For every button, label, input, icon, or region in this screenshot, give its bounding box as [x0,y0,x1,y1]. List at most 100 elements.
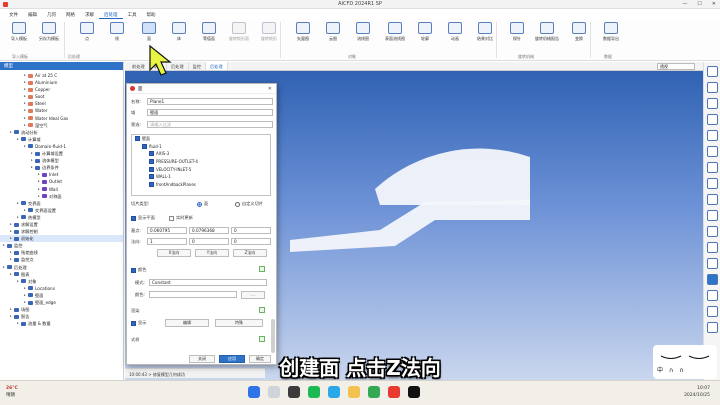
tree-node[interactable]: ▸ 报告 [0,313,123,320]
view-tool-icon[interactable] [706,114,718,125]
start-icon[interactable] [248,386,260,398]
view-tool-icon[interactable] [706,146,718,157]
tree-node[interactable]: ▸ 交界面 [0,200,123,207]
view-tool-icon[interactable] [706,98,718,109]
tree-node[interactable]: ▸ Copper [0,86,123,93]
ribbon-button-11[interactable]: 流线图 [348,22,378,52]
tree-node[interactable]: ▸ 对象 [0,278,123,285]
tree-node[interactable]: ▸ 残差曲线 [0,249,123,256]
dialog-close-icon[interactable]: ✕ [268,86,272,92]
edge-icon[interactable] [328,386,340,398]
view-tool-icon[interactable] [706,178,718,189]
menu-tools[interactable]: 工具 [123,10,142,19]
tree-node[interactable]: ▸ 监控 [0,242,123,249]
menu-mesh[interactable]: 网格 [61,10,80,19]
special-button[interactable]: 特殊 [215,319,263,327]
menu-solve[interactable]: 求解 [80,10,99,19]
normal-z-input[interactable]: 0 [231,238,271,245]
x-normal-button[interactable]: X法向 [157,249,191,257]
show-plane-checkbox[interactable]: 显示平面 [131,215,155,221]
edit-button[interactable]: 编辑 [165,319,209,327]
ribbon-button-6[interactable]: 等值面 [194,22,224,52]
tree-node[interactable]: ▸ Locations [0,285,123,292]
ribbon-button-16[interactable]: 探针 [502,22,532,52]
tree-node[interactable]: ▸ 边界条件 [0,164,123,171]
ribbon-button-7[interactable]: 旋转矩形面 [224,22,254,52]
tree-node[interactable]: ▸ Inlet [0,171,123,178]
view-tool-icon[interactable] [706,82,718,93]
color-picker-button[interactable]: … [241,291,265,299]
task-view-icon[interactable] [288,386,300,398]
tree-node[interactable]: ▸ 壁面_edge [0,299,123,306]
location-list-item[interactable]: VELOCITY-INLET-5 [132,165,270,173]
view-tool-icon[interactable] [706,274,718,285]
normal-y-input[interactable]: 0 [189,238,229,245]
domain-select[interactable]: 壁面 [147,109,273,116]
y-normal-button[interactable]: Y法向 [195,249,229,257]
tiktok-icon[interactable] [408,386,420,398]
location-list-item[interactable]: fluid-1 [132,143,270,151]
view-tool-icon[interactable] [706,194,718,205]
ribbon-button-1[interactable]: 另存为模板 [34,22,64,52]
view-tool-icon[interactable] [706,306,718,317]
tree-node[interactable]: ▸ Soot [0,93,123,100]
location-list-item[interactable]: AXIS-3 [132,150,270,158]
ribbon-button-12[interactable]: 表面流线图 [380,22,410,52]
menu-help[interactable]: 帮助 [142,10,161,19]
view-tool-icon[interactable] [706,226,718,237]
z-normal-button[interactable]: Z法向 [233,249,267,257]
minimize-icon[interactable]: — [682,1,687,7]
tree-node[interactable]: ▸ 流动分析 [0,129,123,136]
mode-select[interactable]: Constant [149,279,267,286]
aicfd-app-icon[interactable] [388,386,400,398]
point-y-input[interactable]: 0.0796368 [189,227,229,234]
location-list-item[interactable]: 壁面 [132,135,270,143]
tree-node[interactable]: ▸ Outlet [0,178,123,185]
view-tool-icon[interactable] [706,290,718,301]
tree-node[interactable]: ▸ 热模型 [0,214,123,221]
tree-node[interactable]: ▸ 求解设置 [0,221,123,228]
tree-node[interactable]: ▸ 流量 & 数量 [0,320,123,327]
expand-section-icon[interactable] [259,266,265,272]
checkbox-checked-icon[interactable] [135,136,140,142]
search-icon[interactable] [268,386,280,398]
point-z-input[interactable]: 0 [231,227,271,234]
checkbox-checked-icon[interactable] [149,159,154,165]
view-tool-icon[interactable] [706,210,718,221]
weather-widget[interactable]: 26°C 晴朗 [6,385,18,399]
tree-node[interactable]: ▸ 初始化 [0,235,123,243]
ribbon-button-9[interactable]: 矢量图 [288,22,318,52]
view-tool-icon[interactable] [706,322,718,333]
name-input[interactable]: Plane1 [147,98,273,105]
color-checkbox[interactable]: 颜色 [131,267,146,273]
ribbon-button-2[interactable]: 点 [72,22,102,52]
expand-section-icon[interactable] [259,307,265,313]
menu-geometry[interactable]: 几何 [42,10,61,19]
ribbon-button-14[interactable]: 动画 [440,22,470,52]
menu-file[interactable]: 文件 [4,10,23,19]
ribbon-button-0[interactable]: 导入模板 [4,22,34,52]
tree-node[interactable]: ▸ 监控点 [0,256,123,263]
slice-option-custom[interactable]: 自定义切片 [235,201,263,207]
point-x-input[interactable]: 0.060795 [147,227,187,234]
checkbox-checked-icon[interactable] [149,166,154,172]
tree-node[interactable]: ▸ 计算域设置 [0,150,123,157]
location-list-item[interactable]: WALL-1 [132,173,270,181]
view-tool-icon[interactable] [706,162,718,173]
checkbox-checked-icon[interactable] [149,151,154,157]
ribbon-button-19[interactable]: 数据导出 [596,22,626,52]
tree-node[interactable]: ▸ Steel [0,100,123,107]
color-field-input[interactable] [149,291,237,298]
folder-icon[interactable] [348,386,360,398]
filter-input[interactable]: 请输入过滤 [147,121,273,128]
view-tool-icon[interactable] [706,66,718,77]
view-tool-icon[interactable] [706,130,718,141]
checkbox-checked-icon[interactable] [142,143,147,149]
tree-node[interactable]: ▸ Water [0,107,123,114]
tree-node[interactable]: ▸ 求解控制 [0,228,123,235]
tree-node[interactable]: ▸ 对称面 [0,193,123,200]
maximize-icon[interactable]: ☐ [697,1,701,7]
tree-node[interactable]: ▸ 后处理 [0,264,123,271]
tree-node[interactable]: ▸ Water Ideal Gas [0,115,123,122]
menu-postprocess[interactable]: 后处理 [99,10,123,19]
